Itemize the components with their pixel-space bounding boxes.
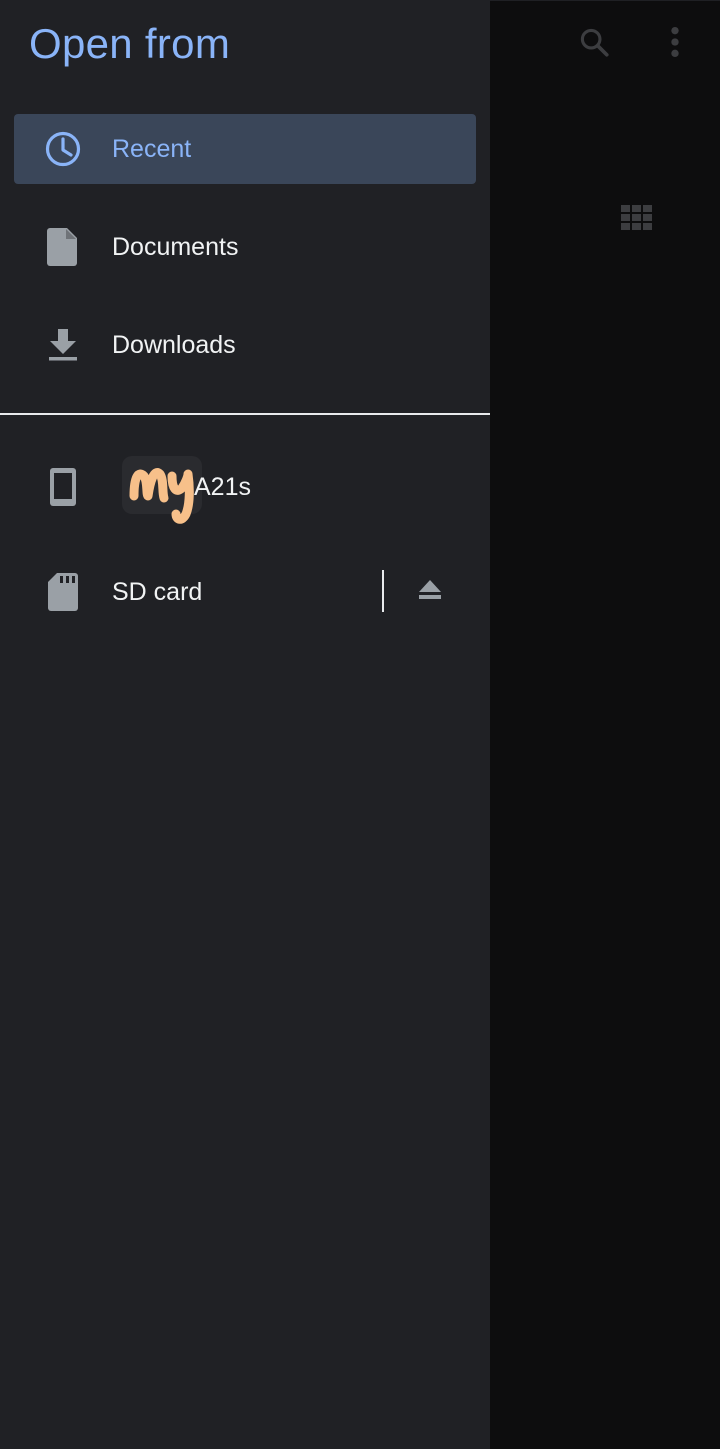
grid-view-button[interactable]: [614, 200, 660, 240]
drawer-item-recent[interactable]: Recent: [14, 114, 476, 184]
main-content-scrim[interactable]: [490, 0, 720, 1449]
sd-card-icon: [40, 569, 86, 615]
drawer-item-label: Documents: [112, 232, 239, 261]
drawer-item-device[interactable]: A21s: [14, 452, 476, 524]
drawer-item-label: Downloads: [112, 330, 236, 359]
clock-icon: [40, 126, 86, 172]
drawer-item-label: SD card: [112, 577, 203, 606]
drawer-item-documents[interactable]: Documents: [14, 212, 476, 282]
eject-icon: [419, 579, 441, 605]
more-vert-icon: [669, 25, 681, 64]
drawer-title: Open from: [29, 20, 231, 67]
search-icon: [577, 25, 611, 64]
drawer-item-label: Recent: [112, 134, 192, 163]
download-icon: [40, 322, 86, 368]
drawer-item-label: A21s: [194, 472, 251, 501]
drawer-divider: [0, 413, 490, 415]
document-icon: [40, 224, 86, 270]
drawer-item-downloads[interactable]: Downloads: [14, 310, 476, 380]
eject-separator: [382, 570, 384, 612]
drawer-item-sd-card[interactable]: SD card: [14, 557, 476, 627]
eject-button[interactable]: [408, 570, 452, 614]
search-button[interactable]: [572, 22, 616, 66]
more-options-button[interactable]: [655, 22, 695, 66]
redaction-scribble: [122, 456, 202, 524]
grid-view-icon: [621, 204, 653, 236]
navigation-drawer: Open from Recent Documents Downloads A21…: [0, 0, 490, 1449]
screen: Open from Recent Documents Downloads A21…: [0, 0, 720, 1449]
phone-icon: [40, 464, 86, 510]
